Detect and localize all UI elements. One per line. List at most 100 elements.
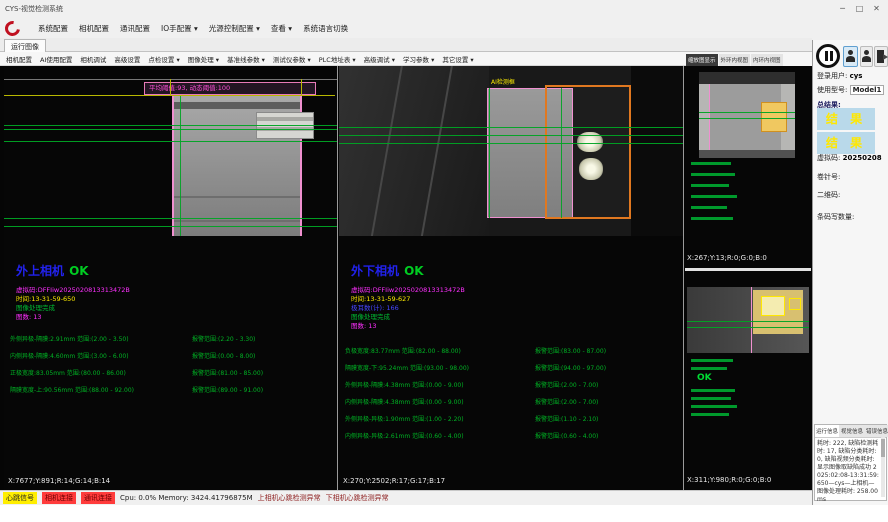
virtual-code-label: 虚拟码:	[817, 154, 840, 162]
result-ok-badge: OK	[404, 264, 424, 278]
left-result-title: 外上相机 OK	[16, 260, 89, 279]
model-label: 使用型号:	[817, 86, 847, 94]
toolbar-advanced-debug[interactable]: 高级调试 ▾	[364, 54, 395, 64]
menu-view[interactable]: 查看 ▾	[271, 23, 292, 34]
tab-run-image[interactable]: 运行图像	[4, 39, 46, 52]
info-tab-vision[interactable]: 视觉信息	[840, 425, 864, 437]
overlay-text-line	[691, 413, 729, 416]
log-scrollbar[interactable]	[881, 437, 885, 497]
mid-result-title: 外下相机 OK	[351, 260, 424, 279]
overlay-text-line	[691, 359, 733, 362]
measure-text: 外侧异极-隔膜:2.91mm 范围:(2.00 - 3.50)	[10, 336, 129, 343]
toolbar-plc-address[interactable]: PLC地址表 ▾	[319, 54, 356, 64]
measure-line	[4, 141, 337, 142]
toolbar-advanced-settings[interactable]: 高级设置	[114, 54, 140, 64]
menu-comm-config[interactable]: 通讯配置	[120, 23, 150, 34]
highlight-core	[761, 296, 785, 316]
measurement-row: 正极宽度:83.05mm 范围:(80.00 - 86.00)报警范围:(81.…	[10, 368, 337, 385]
panel-divider	[337, 66, 338, 490]
lower-camera-view[interactable]: AI检测框 外下相机 OK 虚拟码:DFFIiw2025020813313472…	[339, 66, 683, 490]
pause-icon	[825, 51, 828, 61]
toolbar-camera-debug[interactable]: 相机调试	[80, 54, 106, 64]
machine-edge	[368, 66, 405, 236]
pixel-readout: X:267;Y:13;R:0;G:0;B:0	[687, 254, 767, 262]
info-tab-error[interactable]: 错误信息	[865, 425, 888, 437]
menu-io-config[interactable]: IO手配置 ▾	[161, 23, 198, 34]
pause-button[interactable]	[816, 44, 840, 68]
measure-line	[339, 127, 683, 128]
menu-language-switch[interactable]: 系统语言切换	[303, 23, 348, 34]
camera-photo: AI检测框	[339, 66, 683, 236]
maximize-button[interactable]: □	[852, 3, 867, 15]
dark-region	[631, 66, 683, 236]
measure-text: 内侧异极-隔膜:4.60mm 范围:(3.00 - 6.00)	[10, 353, 129, 360]
pixel-readout: X:311;Y:980;R:0;G:0;B:0	[687, 476, 771, 484]
winder-number-label: 卷针号:	[817, 172, 840, 182]
write-count-label: 条码写数量:	[817, 212, 854, 222]
measurement-row: 内侧异极-隔膜:4.38mm 范围:(0.00 - 9.00)报警范围:(2.0…	[345, 397, 683, 414]
measure-vline	[180, 96, 181, 236]
status-bar: 心跳信号 相机连接 通讯连接 Cpu: 0.0% Memory: 3424.41…	[0, 490, 812, 505]
cell-texture	[174, 196, 300, 198]
frame-count-text: 图数: 13	[351, 320, 377, 330]
result-badge-upper: 结 果	[817, 108, 875, 130]
login-user-row: 登录用户: cys	[817, 71, 862, 81]
result-ok-badge: OK	[69, 264, 89, 278]
thumbnail-image	[687, 287, 809, 353]
measurement-row: 隔膜宽度-下:95.24mm 范围:(93.00 - 98.00) 报警范围:(9…	[345, 363, 683, 380]
measurement-row: 负极宽度:83.77mm 范围:(82.00 - 88.00)报警范围:(83.…	[345, 346, 683, 363]
measure-line	[687, 327, 809, 328]
user-login-button[interactable]	[843, 46, 858, 67]
toolbar-ai-config[interactable]: AI使用配置	[40, 54, 72, 64]
title-bar: CYS-视觉检测系统 ─ □ ✕	[0, 0, 888, 18]
measure-vline	[561, 88, 562, 218]
menu-light-control[interactable]: 光源控制配置 ▾	[209, 23, 260, 34]
highlight-region	[761, 102, 787, 132]
model-row: 使用型号: Model1	[817, 85, 884, 95]
exit-button[interactable]	[874, 46, 888, 67]
virtual-code-value: 20250208	[843, 154, 882, 162]
cpu-memory-text: Cpu: 0.0% Memory: 3424.41796875M	[120, 494, 253, 502]
heartbeat-status-badge: 心跳信号	[3, 492, 37, 504]
zoom-thumbnail-2[interactable]: OK X:311;Y:980;R:0;G:0;B:0	[685, 271, 811, 490]
measure-line	[687, 321, 809, 322]
toolbar-other-settings[interactable]: 其它设置 ▾	[442, 54, 473, 64]
scrollbar-thumb[interactable]	[881, 439, 885, 457]
zoom-thumbnail-1[interactable]: X:267;Y:13;R:0;G:0;B:0	[685, 66, 811, 268]
thumb-tab-inner-view[interactable]: 内环内视图	[751, 54, 783, 66]
measure-text: 隔膜宽度-下:95.24mm 范围:(93.00 - 98.00)	[345, 365, 469, 372]
right-sidebar: 登录用户: cys 使用型号: Model1 总结果: 结 果 结 果 虚拟码:…	[812, 40, 888, 505]
camera-name: 外下相机	[351, 264, 399, 278]
overlay-text-line	[691, 389, 735, 392]
close-button[interactable]: ✕	[869, 3, 884, 15]
thumb-tab-outer-view[interactable]: 外环内视图	[719, 54, 751, 66]
info-tab-run[interactable]: 运行信息	[815, 425, 839, 437]
overlay-text-line	[691, 184, 729, 187]
alarm-range-text: 报警范围:(0.60 - 4.00)	[535, 431, 598, 440]
thumb-tab-zoom-view[interactable]: 缩放图显示	[686, 54, 718, 66]
toolbar-camera-config[interactable]: 相机配置	[6, 54, 32, 64]
alarm-range-text: 报警范围:(2.20 - 3.30)	[192, 334, 255, 343]
operator-button[interactable]	[860, 46, 873, 67]
minimize-button[interactable]: ─	[835, 3, 850, 15]
alarm-range-text: 报警范围:(94.00 - 97.00)	[535, 363, 606, 372]
toolbar-baseline-params[interactable]: 基准线参数 ▾	[227, 54, 265, 64]
result-badge-lower: 结 果	[817, 132, 875, 154]
detection-box	[789, 298, 801, 310]
toolbar-image-processing[interactable]: 图像处理 ▾	[188, 54, 219, 64]
overlay-text-line	[691, 397, 731, 400]
yellow-guide-vline	[301, 79, 302, 96]
alarm-range-text: 报警范围:(89.00 - 91.00)	[192, 385, 263, 394]
upper-camera-view[interactable]: 平均阈值:93, 动态阈值:100 外上相机 OK 虚拟码:DFFIiw2025…	[4, 66, 337, 490]
measure-line	[699, 118, 795, 119]
menu-camera-config[interactable]: 相机配置	[79, 23, 109, 34]
model-select[interactable]: Model1	[850, 85, 885, 95]
toolbar-spot-check[interactable]: 点检设置 ▾	[148, 54, 179, 64]
toolbar-learning-params[interactable]: 学习参数 ▾	[403, 54, 434, 64]
image-texture	[699, 72, 795, 84]
toolbar-tester-params[interactable]: 测试仪参数 ▾	[273, 54, 311, 64]
camera-name: 外上相机	[16, 264, 64, 278]
alarm-range-text: 报警范围:(2.00 - 7.00)	[535, 380, 598, 389]
menu-system-config[interactable]: 系统配置	[38, 23, 68, 34]
window-title: CYS-视觉检测系统	[5, 4, 63, 14]
